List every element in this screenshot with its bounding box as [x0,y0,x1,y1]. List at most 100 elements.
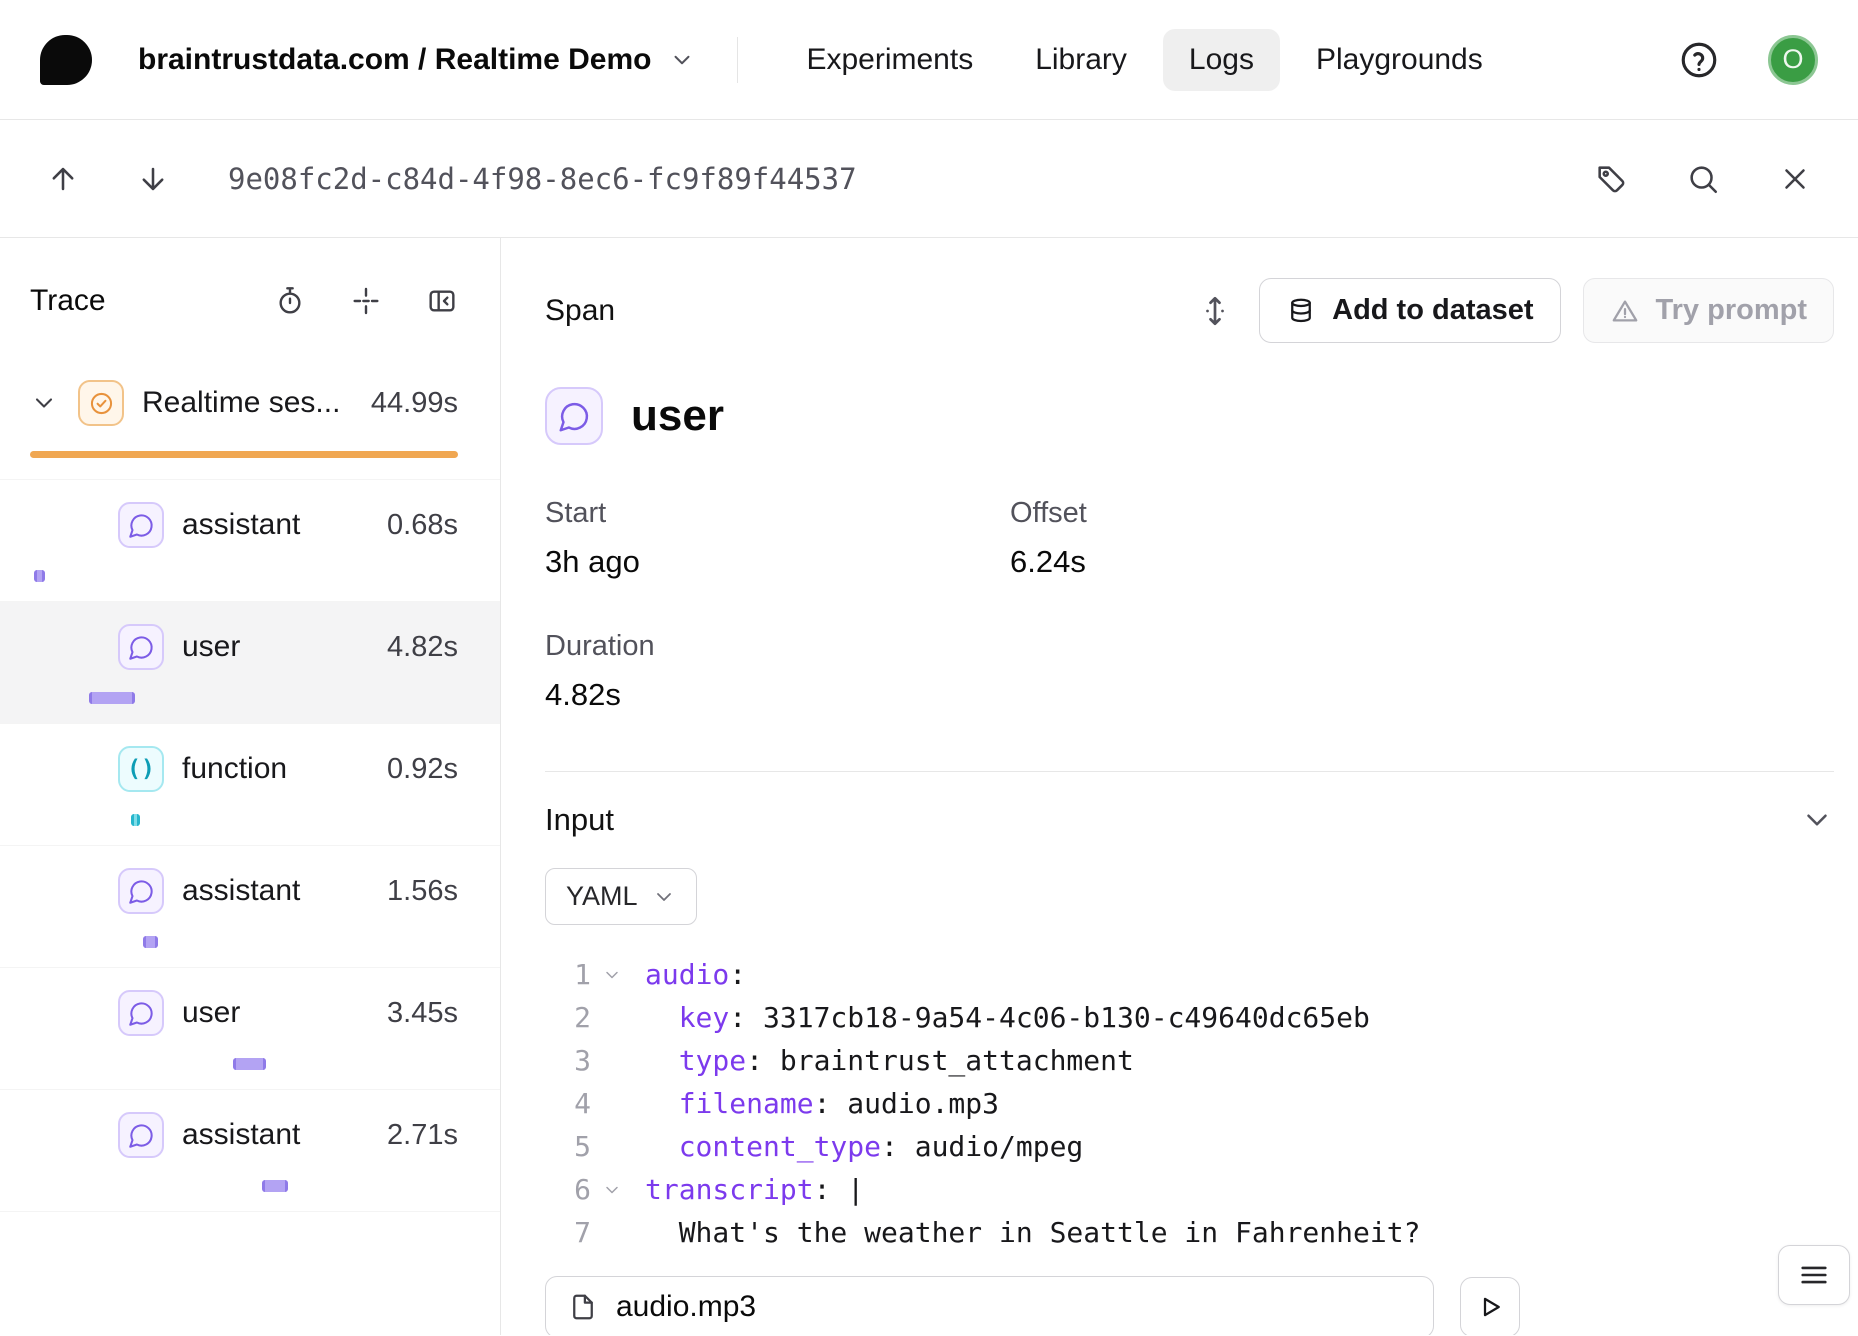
braintrust-logo[interactable] [40,35,92,85]
span-duration: 0.68s [387,509,458,542]
align-center-icon[interactable] [350,285,382,317]
chat-bubble-icon [118,624,164,670]
line-number: 2 [545,996,591,1039]
prev-trace-arrow-up-icon[interactable] [46,162,80,196]
line-number: 3 [545,1039,591,1082]
yaml-key: audio [645,958,729,991]
meta-value: 6.24s [1010,544,1745,580]
expand-vertical-icon[interactable] [1197,293,1233,329]
trace-row-function[interactable]: () function 0.92s [0,724,500,846]
nav-item-library[interactable]: Library [1009,29,1153,91]
line-number: 6 [545,1168,591,1211]
stopwatch-icon[interactable] [274,285,306,317]
help-icon[interactable] [1678,39,1720,81]
trace-panel-title: Trace [30,284,106,318]
duration-bar [262,1180,288,1192]
function-parens-icon: () [118,746,164,792]
chat-bubble-icon [118,868,164,914]
span-duration: 0.92s [387,753,458,786]
play-button[interactable] [1460,1277,1520,1335]
try-prompt-button[interactable]: Try prompt [1583,278,1834,343]
next-trace-arrow-down-icon[interactable] [136,162,170,196]
chat-bubble-icon [545,387,603,445]
duration-bar [89,692,135,704]
panel-collapse-icon[interactable] [426,285,458,317]
span-label: user [182,630,375,664]
span-duration: 44.99s [371,387,458,420]
chevron-down-icon[interactable] [30,389,58,417]
code-line: 1 audio: [545,953,1834,996]
span-title: user [631,391,724,441]
nav-item-logs[interactable]: Logs [1163,29,1280,91]
span-duration: 2.71s [387,1119,458,1152]
tag-icon[interactable] [1594,162,1628,196]
nav-item-experiments[interactable]: Experiments [780,29,999,91]
duration-bar [34,570,44,582]
yaml-value: : audio.mp3 [814,1087,999,1120]
menu-button[interactable] [1778,1245,1850,1305]
audio-attachment[interactable]: audio.mp3 [545,1276,1434,1335]
trace-sidebar: Trace [0,238,501,1335]
yaml-value: : audio/mpeg [881,1130,1083,1163]
chevron-down-icon[interactable] [591,965,633,985]
format-label: YAML [566,881,638,912]
trace-row-session[interactable]: Realtime ses... 44.99s [0,358,500,480]
chevron-down-icon[interactable] [591,1180,633,1200]
format-select[interactable]: YAML [545,868,697,925]
span-label: assistant [182,1118,375,1152]
line-number: 7 [545,1211,591,1254]
search-icon[interactable] [1686,162,1720,196]
trace-row-assistant[interactable]: assistant 0.68s [0,480,500,602]
close-icon[interactable] [1778,162,1812,196]
span-label: function [182,752,375,786]
meta-label: Offset [1010,497,1745,530]
meta-label: Duration [545,630,1010,663]
code-line: 2 key: 3317cb18-9a54-4c06-b130-c49640dc6… [545,996,1834,1039]
trace-row-user-selected[interactable]: user 4.82s [0,602,500,724]
code-line: 4 filename: audio.mp3 [545,1082,1834,1125]
trace-id: 9e08fc2d-c84d-4f98-8ec6-fc9f89f44537 [228,162,857,196]
chevron-down-icon[interactable] [1800,803,1834,837]
avatar[interactable]: O [1768,35,1818,85]
duration-bar [143,936,158,948]
yaml-value: : braintrust_attachment [746,1044,1134,1077]
attachment-filename: audio.mp3 [616,1290,756,1324]
chevron-down-icon [669,47,695,73]
navbar-right: O [1678,35,1818,85]
trace-row-assistant[interactable]: assistant 1.56s [0,846,500,968]
meta-value: 3h ago [545,544,1010,580]
line-number: 4 [545,1082,591,1125]
yaml-value: : [729,958,746,991]
add-to-dataset-button[interactable]: Add to dataset [1259,278,1560,343]
trace-row-user[interactable]: user 3.45s [0,968,500,1090]
divider [737,37,738,83]
divider [545,771,1834,772]
line-number: 1 [545,953,591,996]
add-to-dataset-label: Add to dataset [1332,294,1533,327]
yaml-value: : | [814,1173,865,1206]
code-line: 6 transcript: | [545,1168,1834,1211]
input-section-title: Input [545,802,614,838]
try-prompt-label: Try prompt [1656,294,1807,327]
trace-row-assistant[interactable]: assistant 2.71s [0,1090,500,1212]
meta-start: Start 3h ago [545,497,1010,580]
span-panel-title: Span [545,294,615,328]
line-number: 5 [545,1125,591,1168]
file-icon [568,1292,598,1322]
chat-bubble-icon [118,990,164,1036]
duration-bar [131,814,140,826]
yaml-value: : 3317cb18-9a54-4c06-b130-c49640dc65eb [729,1001,1370,1034]
yaml-value: What's the weather in Seattle in Fahrenh… [679,1216,1421,1249]
yaml-key: type [679,1044,746,1077]
span-label: assistant [182,508,375,542]
top-navbar: braintrustdata.com / Realtime Demo Exper… [0,0,1858,120]
code-line: 3 type: braintrust_attachment [545,1039,1834,1082]
duration-bar [30,451,458,458]
nav-item-playgrounds[interactable]: Playgrounds [1290,29,1509,91]
nav-menu: Experiments Library Logs Playgrounds [780,29,1508,91]
span-label: Realtime ses... [142,386,359,420]
project-switcher[interactable]: braintrustdata.com / Realtime Demo [138,43,695,77]
yaml-key: filename [679,1087,814,1120]
duration-bar [233,1058,266,1070]
span-label: user [182,996,375,1030]
